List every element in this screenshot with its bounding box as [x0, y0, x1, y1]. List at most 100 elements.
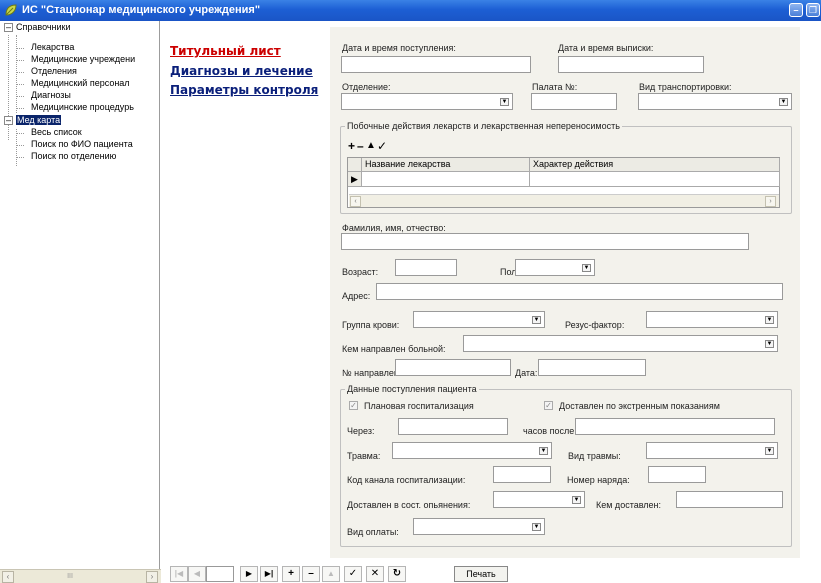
emergency-delivery-checkbox[interactable]: ✓: [544, 401, 553, 410]
referral-number-input[interactable]: [395, 359, 511, 376]
app-leaf-icon: [5, 4, 17, 16]
discharge-datetime-label: Дата и время выписки:: [558, 43, 654, 53]
rh-factor-label: Резус-фактор:: [565, 320, 625, 330]
fio-input[interactable]: [341, 233, 749, 250]
tree-node-med-card[interactable]: Мед карта: [16, 115, 62, 126]
order-number-input[interactable]: [648, 466, 706, 483]
delivered-by-input[interactable]: [676, 491, 783, 508]
rh-factor-select[interactable]: ▼: [646, 311, 778, 328]
grid-cell-medicine-name[interactable]: [362, 172, 530, 187]
dropdown-arrow-icon: ▼: [532, 316, 541, 324]
grid-scroll-right-button[interactable]: ›: [765, 196, 776, 207]
tree-horizontal-scrollbar[interactable]: ‹ III ›: [0, 569, 161, 583]
tree-connector: [17, 145, 24, 146]
tree-item-diagnoses[interactable]: Диагнозы: [31, 90, 71, 101]
restore-button[interactable]: ❐: [806, 3, 820, 17]
grid-cell-action-type[interactable]: [530, 172, 780, 187]
grid-horizontal-scrollbar[interactable]: ‹ ›: [349, 194, 779, 207]
tree-item-medicines[interactable]: Лекарства: [31, 42, 74, 53]
after-hours-input[interactable]: [398, 418, 508, 435]
tree-connector: [17, 60, 24, 61]
nav-first-button[interactable]: |◀: [170, 566, 188, 582]
grid-scroll-left-button[interactable]: ‹: [350, 196, 361, 207]
scroll-left-button[interactable]: ‹: [2, 571, 14, 583]
nav-position-input[interactable]: [206, 566, 234, 582]
scroll-right-button[interactable]: ›: [146, 571, 158, 583]
scroll-thumb[interactable]: III: [60, 573, 80, 581]
age-input[interactable]: [395, 259, 457, 276]
tree-connector: [17, 84, 24, 85]
transport-label: Вид транспортировки:: [639, 82, 732, 92]
tree-connector: [17, 157, 24, 158]
tree-item-departments[interactable]: Отделения: [31, 66, 77, 77]
nav-edit-button[interactable]: ▲: [322, 566, 340, 582]
trauma-type-select[interactable]: ▼: [646, 442, 778, 459]
tree-item-med-staff[interactable]: Медицинский персонал: [31, 78, 130, 89]
tree-item-search-by-name[interactable]: Поиск по ФИО пациента: [31, 139, 133, 150]
nav-insert-button[interactable]: +: [282, 566, 300, 582]
channel-code-input[interactable]: [493, 466, 551, 483]
channel-code-label: Код канала госпитализации:: [347, 475, 466, 485]
tree-item-search-by-department[interactable]: Поиск по отделению: [31, 151, 116, 162]
order-number-label: Номер наряда:: [567, 475, 630, 485]
tree-item-all-list[interactable]: Весь список: [31, 127, 82, 138]
tree-connector: [17, 48, 24, 49]
referral-date-input[interactable]: [538, 359, 646, 376]
nav-last-button[interactable]: ▶|: [260, 566, 278, 582]
title-bar: ИС "Стационар медицинского учреждения" –…: [0, 0, 821, 21]
grid-add-button[interactable]: +: [348, 140, 355, 152]
tree-item-med-procedures[interactable]: Медицинские процедурь: [31, 102, 134, 113]
side-effects-grid[interactable]: Название лекарства Характер действия ▶ ‹…: [347, 157, 780, 208]
tree-collapse-toggle[interactable]: –: [4, 116, 13, 125]
emergency-delivery-label: Доставлен по экстренным показаниям: [559, 401, 720, 411]
discharge-datetime-input[interactable]: [558, 56, 704, 73]
grid-post-button[interactable]: ✓: [377, 140, 387, 152]
print-button[interactable]: Печать: [454, 566, 508, 582]
side-effects-group-title: Побочные действия лекарств и лекарственн…: [347, 121, 620, 131]
trauma-select[interactable]: ▼: [392, 442, 552, 459]
nav-refresh-button[interactable]: ↻: [388, 566, 406, 582]
nav-next-button[interactable]: ▶: [240, 566, 258, 582]
payment-type-select[interactable]: ▼: [413, 518, 545, 535]
grid-header-action-type[interactable]: Характер действия: [530, 158, 780, 172]
tree-node-spravochniki[interactable]: Справочники: [16, 22, 71, 33]
navigation-tree: – Справочники Лекарства Медицинские учре…: [0, 21, 160, 569]
nav-cancel-button[interactable]: ✕: [366, 566, 384, 582]
transport-select[interactable]: ▼: [638, 93, 792, 110]
after-label: Через:: [347, 426, 375, 436]
dropdown-arrow-icon: ▼: [539, 447, 548, 455]
grid-delete-button[interactable]: –: [357, 140, 364, 152]
link-title-sheet[interactable]: Титульный лист: [170, 44, 281, 58]
delivered-by-label: Кем доставлен:: [596, 500, 662, 510]
tree-item-med-institutions[interactable]: Медицинские учреждени: [31, 54, 135, 65]
planned-hospitalization-checkbox[interactable]: ✓: [349, 401, 358, 410]
admission-data-group-title: Данные поступления пациента: [347, 384, 477, 394]
nav-delete-button[interactable]: –: [302, 566, 320, 582]
address-input[interactable]: [376, 283, 783, 300]
referred-by-select[interactable]: ▼: [463, 335, 778, 352]
dropdown-arrow-icon: ▼: [532, 523, 541, 531]
blood-group-select[interactable]: ▼: [413, 311, 545, 328]
nav-prior-button[interactable]: ◀: [188, 566, 206, 582]
tree-connector: [16, 35, 17, 113]
tree-collapse-toggle[interactable]: –: [4, 23, 13, 32]
department-label: Отделение:: [342, 82, 391, 92]
link-control-parameters[interactable]: Параметры контроля: [170, 83, 318, 97]
tree-connector: [17, 133, 24, 134]
link-diagnoses-treatment[interactable]: Диагнозы и лечение: [170, 64, 313, 78]
grid-up-button[interactable]: ▲: [366, 140, 376, 152]
admit-datetime-input[interactable]: [341, 56, 531, 73]
nav-post-button[interactable]: ✓: [344, 566, 362, 582]
dropdown-arrow-icon: ▼: [779, 98, 788, 106]
hours-after-event-input[interactable]: [575, 418, 775, 435]
intoxication-select[interactable]: ▼: [493, 491, 585, 508]
tree-connector: [17, 96, 24, 97]
sex-select[interactable]: ▼: [515, 259, 595, 276]
intoxication-label: Доставлен в сост. опьянения:: [347, 500, 471, 510]
department-select[interactable]: ▼: [341, 93, 513, 110]
ward-input[interactable]: [531, 93, 617, 110]
minimize-button[interactable]: –: [789, 3, 803, 17]
grid-header-medicine-name[interactable]: Название лекарства: [362, 158, 530, 172]
dropdown-arrow-icon: ▼: [572, 496, 581, 504]
blood-group-label: Группа крови:: [342, 320, 400, 330]
